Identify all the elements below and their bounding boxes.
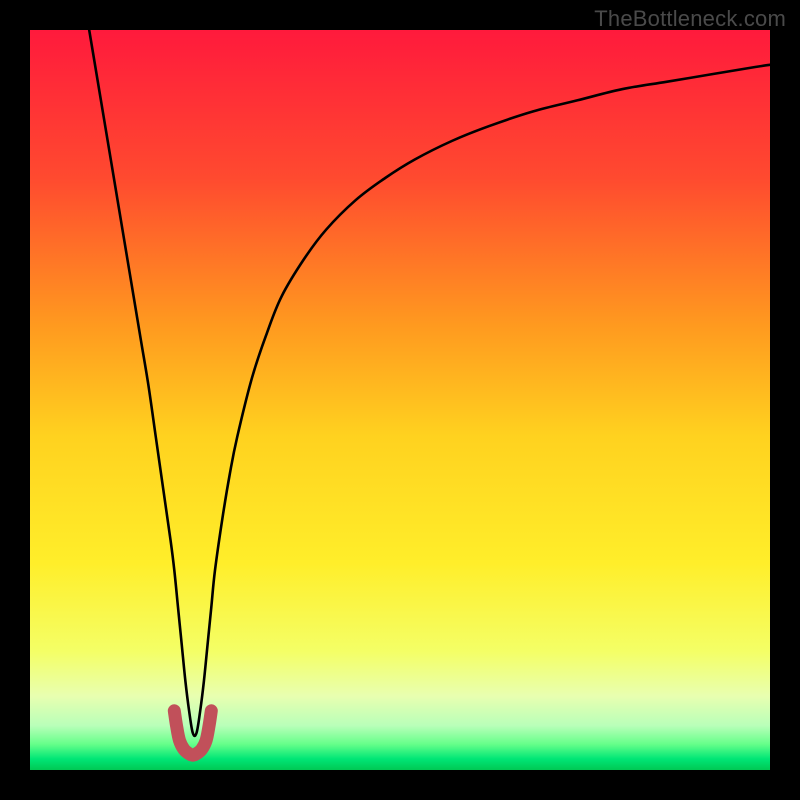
chart-svg <box>30 30 770 770</box>
gradient-background <box>30 30 770 770</box>
chart-plot-area <box>30 30 770 770</box>
chart-frame: TheBottleneck.com <box>0 0 800 800</box>
watermark-text: TheBottleneck.com <box>594 6 786 32</box>
